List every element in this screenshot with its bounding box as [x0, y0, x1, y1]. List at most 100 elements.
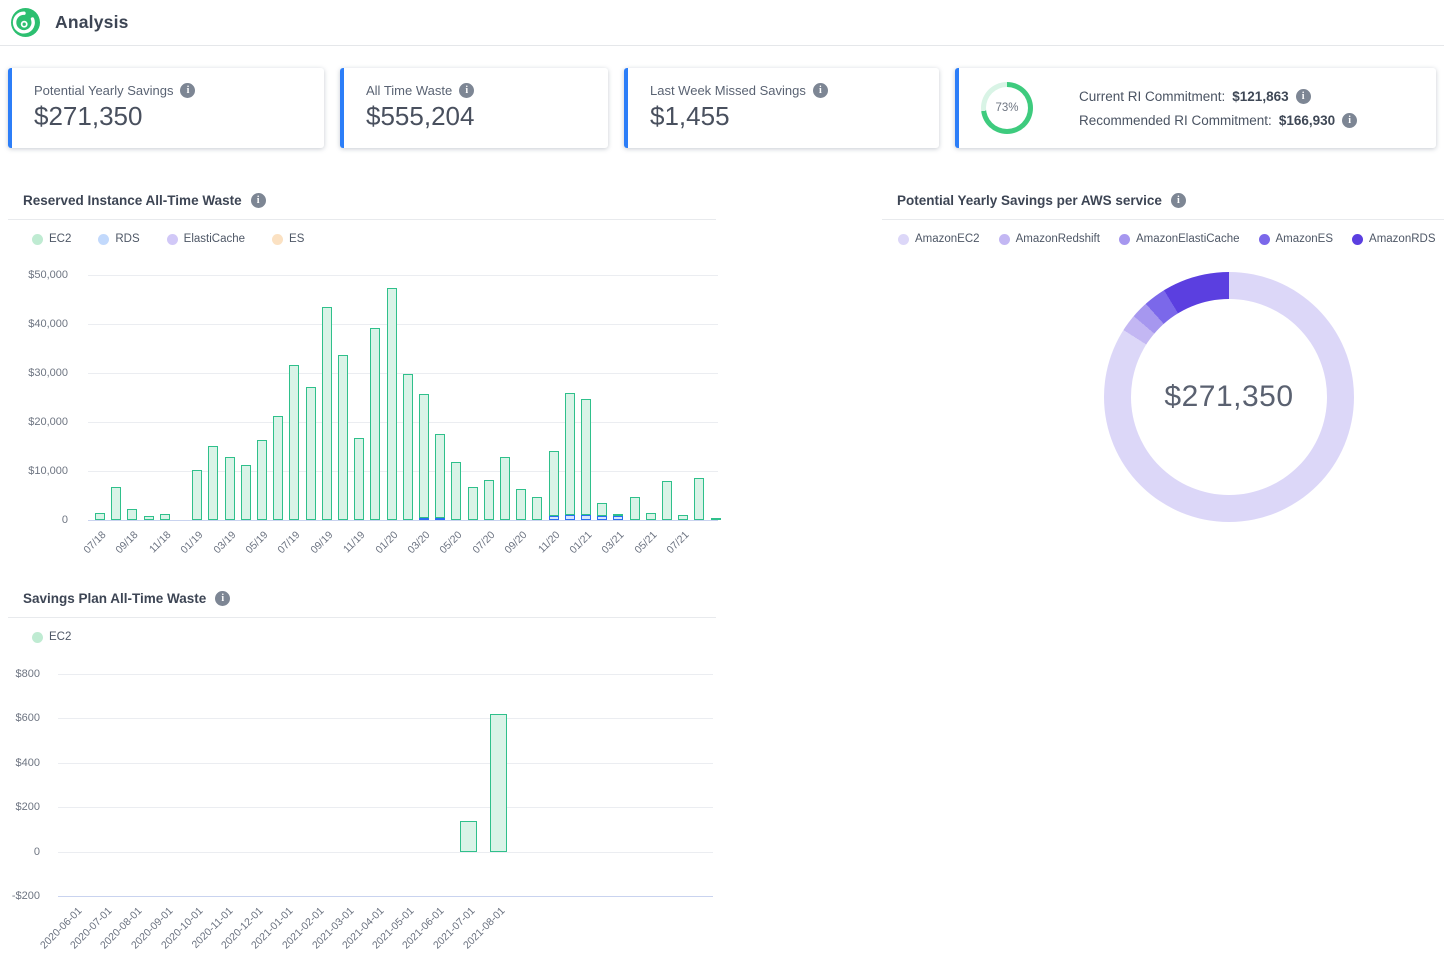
legend-label: ElastiCache [184, 233, 245, 245]
bar-rds-12/20[interactable] [565, 515, 575, 520]
ri-chart-legend: EC2 RDS ElastiCache ES [8, 233, 716, 245]
sp-chart-legend: EC2 [8, 631, 716, 643]
legend-item-ec2[interactable]: EC2 [32, 233, 71, 245]
bar-rds-02/21[interactable] [597, 516, 607, 520]
bar-rds-01/21[interactable] [581, 515, 591, 520]
legend-item-rds[interactable]: RDS [98, 233, 139, 245]
legend-item-amazonrds[interactable]: AmazonRDS [1352, 233, 1435, 245]
app-header: Analysis [0, 0, 1444, 46]
bar-ec2-07/19[interactable] [289, 365, 299, 520]
legend-item-ec2[interactable]: EC2 [32, 631, 71, 643]
x-tick-label: 03/21 [600, 529, 627, 556]
bar-ec2-10/19[interactable] [338, 355, 348, 520]
bar-ec2-08/19[interactable] [306, 387, 316, 520]
bar-ec2-04/21[interactable] [630, 497, 640, 520]
x-tick-label: 01/19 [179, 529, 206, 556]
x-tick-label: 01/20 [373, 529, 400, 556]
bar-ec2-02/20[interactable] [403, 374, 413, 520]
bar-ec2-06/20[interactable] [468, 487, 478, 520]
bar-ec2-12/20[interactable] [565, 393, 575, 515]
bar-ec2-07/20[interactable] [484, 480, 494, 520]
bar-ec2-06/19[interactable] [273, 416, 283, 520]
bar-ec2-09/21[interactable] [711, 518, 721, 520]
kpi-card-all-time-waste: All Time Wastei $555,204 [340, 68, 608, 148]
savings-donut-chart[interactable]: $271,350 [1104, 272, 1354, 522]
x-tick-label: 05/21 [632, 529, 659, 556]
x-tick-label: 11/19 [341, 529, 368, 556]
current-ri-commitment-value: $121,863 [1232, 89, 1288, 104]
bar-ec2-11/19[interactable] [354, 438, 364, 520]
legend-dot [1352, 234, 1363, 245]
bar-ec2-12/19[interactable] [370, 328, 380, 520]
bar-ec2-01/19[interactable] [192, 470, 202, 520]
bar-rds-04/20[interactable] [435, 518, 445, 520]
legend-item-es[interactable]: ES [272, 233, 304, 245]
x-tick-label: 11/20 [536, 529, 563, 556]
bar-ec2-03/20[interactable] [419, 394, 429, 518]
info-icon[interactable]: i [459, 83, 474, 98]
bar-ec2-09/20[interactable] [516, 489, 526, 520]
bar-ec2-08/20[interactable] [500, 457, 510, 520]
bar-ec2-07/18[interactable] [95, 513, 105, 520]
legend-dot [32, 234, 43, 245]
info-icon[interactable]: i [215, 591, 230, 606]
legend-label: AmazonRDS [1369, 233, 1435, 245]
legend-item-elasticache[interactable]: ElastiCache [167, 233, 245, 245]
bar-ec2-08/18[interactable] [111, 487, 121, 520]
bar-ec2-09/18[interactable] [127, 509, 137, 520]
bar-ec2-2021-08-01[interactable] [490, 714, 507, 852]
bar-ec2-02/19[interactable] [208, 446, 218, 520]
gridline [88, 324, 718, 325]
bar-ec2-04/19[interactable] [241, 465, 251, 520]
bar-rds-11/20[interactable] [549, 516, 559, 520]
ri-all-time-waste-chart-panel: Reserved Instance All-Time Waste i EC2 RD… [8, 190, 716, 582]
legend-item-amazonelasticache[interactable]: AmazonElastiCache [1119, 233, 1240, 245]
ri-coverage-gauge[interactable]: 73% [981, 82, 1033, 134]
bar-ec2-05/20[interactable] [451, 462, 461, 520]
info-icon[interactable]: i [1296, 89, 1311, 104]
legend-dot [272, 234, 283, 245]
savings-per-service-chart-panel: Potential Yearly Savings per AWS service… [882, 190, 1444, 590]
bar-ec2-05/19[interactable] [257, 440, 267, 520]
bar-ec2-09/19[interactable] [322, 307, 332, 520]
info-icon[interactable]: i [1171, 193, 1186, 208]
bar-ec2-05/21[interactable] [646, 513, 656, 520]
bar-ec2-03/21[interactable] [613, 514, 623, 516]
kpi-card-row: Potential Yearly Savingsi $271,350 All T… [8, 68, 1436, 148]
bar-ec2-07/21[interactable] [678, 515, 688, 520]
bar-ec2-02/21[interactable] [597, 503, 607, 516]
bar-ec2-04/20[interactable] [435, 434, 445, 518]
info-icon[interactable]: i [1342, 113, 1357, 128]
spot-logo-icon[interactable] [10, 7, 41, 38]
divider [8, 219, 716, 220]
x-tick-label: 05/20 [438, 529, 465, 556]
bar-ec2-10/20[interactable] [532, 497, 542, 520]
x-tick-label: 03/20 [405, 529, 432, 556]
bar-ec2-01/21[interactable] [581, 399, 591, 515]
bar-ec2-01/20[interactable] [387, 288, 397, 520]
kpi-card-label: Last Week Missed Savings [650, 83, 806, 98]
bar-ec2-08/21[interactable] [694, 478, 704, 520]
x-tick-label: 07/18 [81, 529, 108, 556]
bar-ec2-11/20[interactable] [549, 451, 559, 516]
bar-ec2-11/18[interactable] [160, 514, 170, 520]
chart-title: Reserved Instance All-Time Waste [23, 193, 242, 208]
kpi-card-label: Potential Yearly Savings [34, 83, 173, 98]
bar-rds-03/20[interactable] [419, 518, 429, 520]
bar-ec2-10/18[interactable] [144, 516, 154, 520]
legend-item-amazonec2[interactable]: AmazonEC2 [898, 233, 980, 245]
info-icon[interactable]: i [251, 193, 266, 208]
bar-ec2-03/19[interactable] [225, 457, 235, 520]
info-icon[interactable]: i [180, 83, 195, 98]
gridline [88, 275, 718, 276]
x-tick-label: 09/20 [503, 529, 530, 556]
bar-ec2-2021-07-01[interactable] [460, 821, 477, 852]
bar-rds-03/21[interactable] [613, 516, 623, 520]
y-tick-label: $50,000 [0, 268, 68, 282]
legend-label: AmazonRedshift [1016, 233, 1100, 245]
info-icon[interactable]: i [813, 83, 828, 98]
legend-item-amazonredshift[interactable]: AmazonRedshift [999, 233, 1100, 245]
legend-label: RDS [115, 233, 139, 245]
bar-ec2-06/21[interactable] [662, 481, 672, 520]
legend-item-amazones[interactable]: AmazonES [1259, 233, 1334, 245]
